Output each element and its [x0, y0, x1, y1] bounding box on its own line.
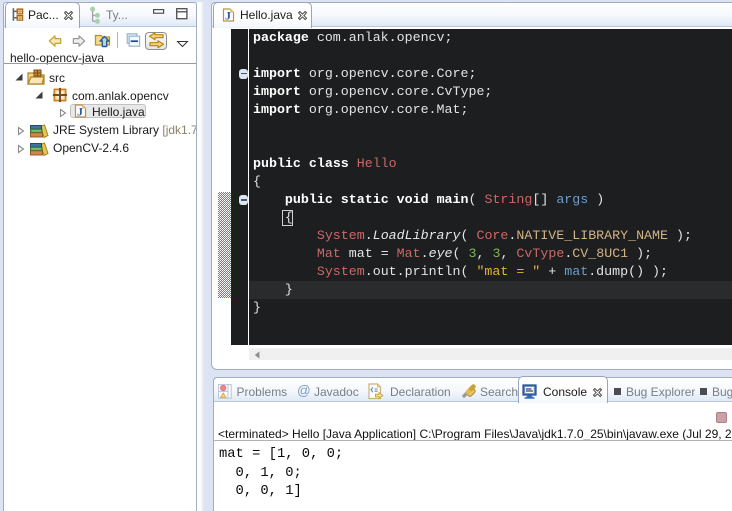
svg-text:J: J — [77, 105, 83, 119]
svg-text:J: J — [225, 9, 231, 23]
